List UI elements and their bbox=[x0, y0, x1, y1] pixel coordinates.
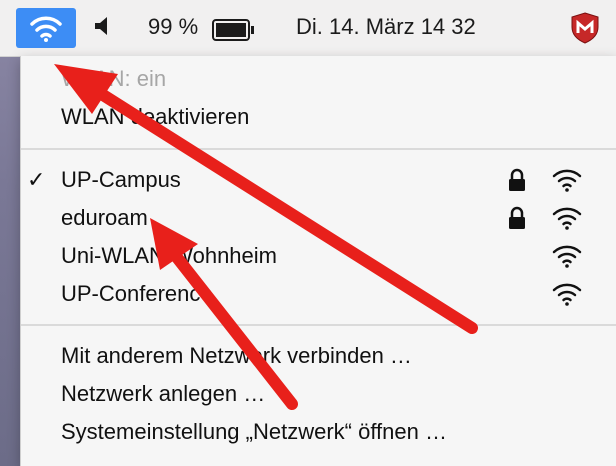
lock-icon bbox=[509, 168, 525, 191]
network-item-uni-wlan-wohnheim[interactable]: Uni-WLAN-Wohnheim bbox=[21, 237, 616, 275]
checkmark-icon: ✓ bbox=[27, 167, 46, 192]
menu-bar: 99 % Di. 14. März 14 32 bbox=[0, 0, 616, 57]
wifi-toggle-label: WLAN deaktivieren bbox=[61, 104, 250, 129]
network-item-up-campus[interactable]: ✓ UP-Campus bbox=[21, 161, 616, 199]
menubar-clock[interactable]: Di. 14. März 14 32 bbox=[296, 10, 476, 44]
network-name: Uni-WLAN-Wohnheim bbox=[61, 243, 277, 268]
wifi-toggle-item[interactable]: WLAN deaktivieren bbox=[21, 98, 616, 136]
menu-separator bbox=[21, 324, 616, 326]
join-other-network-item[interactable]: Mit anderem Netzwerk verbinden … bbox=[21, 337, 616, 375]
menu-separator bbox=[21, 148, 616, 150]
battery-percent[interactable]: 99 % bbox=[148, 10, 198, 44]
battery-icon[interactable] bbox=[212, 19, 256, 41]
network-item-eduroam[interactable]: eduroam bbox=[21, 199, 616, 237]
create-network-label: Netzwerk anlegen … bbox=[61, 381, 266, 406]
wifi-status-label: WLAN: ein bbox=[61, 66, 167, 91]
join-other-network-label: Mit anderem Netzwerk verbinden … bbox=[61, 343, 412, 368]
wifi-signal-icon bbox=[552, 283, 582, 306]
lock-icon bbox=[509, 206, 525, 229]
speaker-icon[interactable] bbox=[92, 14, 116, 38]
wifi-status: WLAN: ein bbox=[21, 60, 616, 98]
wifi-menu-button[interactable] bbox=[16, 8, 76, 48]
wifi-dropdown-menu: WLAN: ein WLAN deaktivieren ✓ UP-Campus … bbox=[20, 56, 616, 466]
network-item-up-conference[interactable]: UP-Conference bbox=[21, 275, 616, 313]
mcafee-shield-icon[interactable] bbox=[570, 12, 600, 44]
wifi-signal-icon bbox=[552, 207, 582, 230]
network-name: eduroam bbox=[61, 205, 148, 230]
wifi-icon bbox=[30, 16, 62, 42]
network-name: UP-Conference bbox=[61, 281, 213, 306]
wifi-signal-icon bbox=[552, 245, 582, 268]
open-network-preferences-label: Systemeinstellung „Netzwerk“ öffnen … bbox=[61, 419, 447, 444]
create-network-item[interactable]: Netzwerk anlegen … bbox=[21, 375, 616, 413]
open-network-preferences-item[interactable]: Systemeinstellung „Netzwerk“ öffnen … bbox=[21, 413, 616, 451]
network-name: UP-Campus bbox=[61, 167, 181, 192]
wifi-signal-icon bbox=[552, 169, 582, 192]
